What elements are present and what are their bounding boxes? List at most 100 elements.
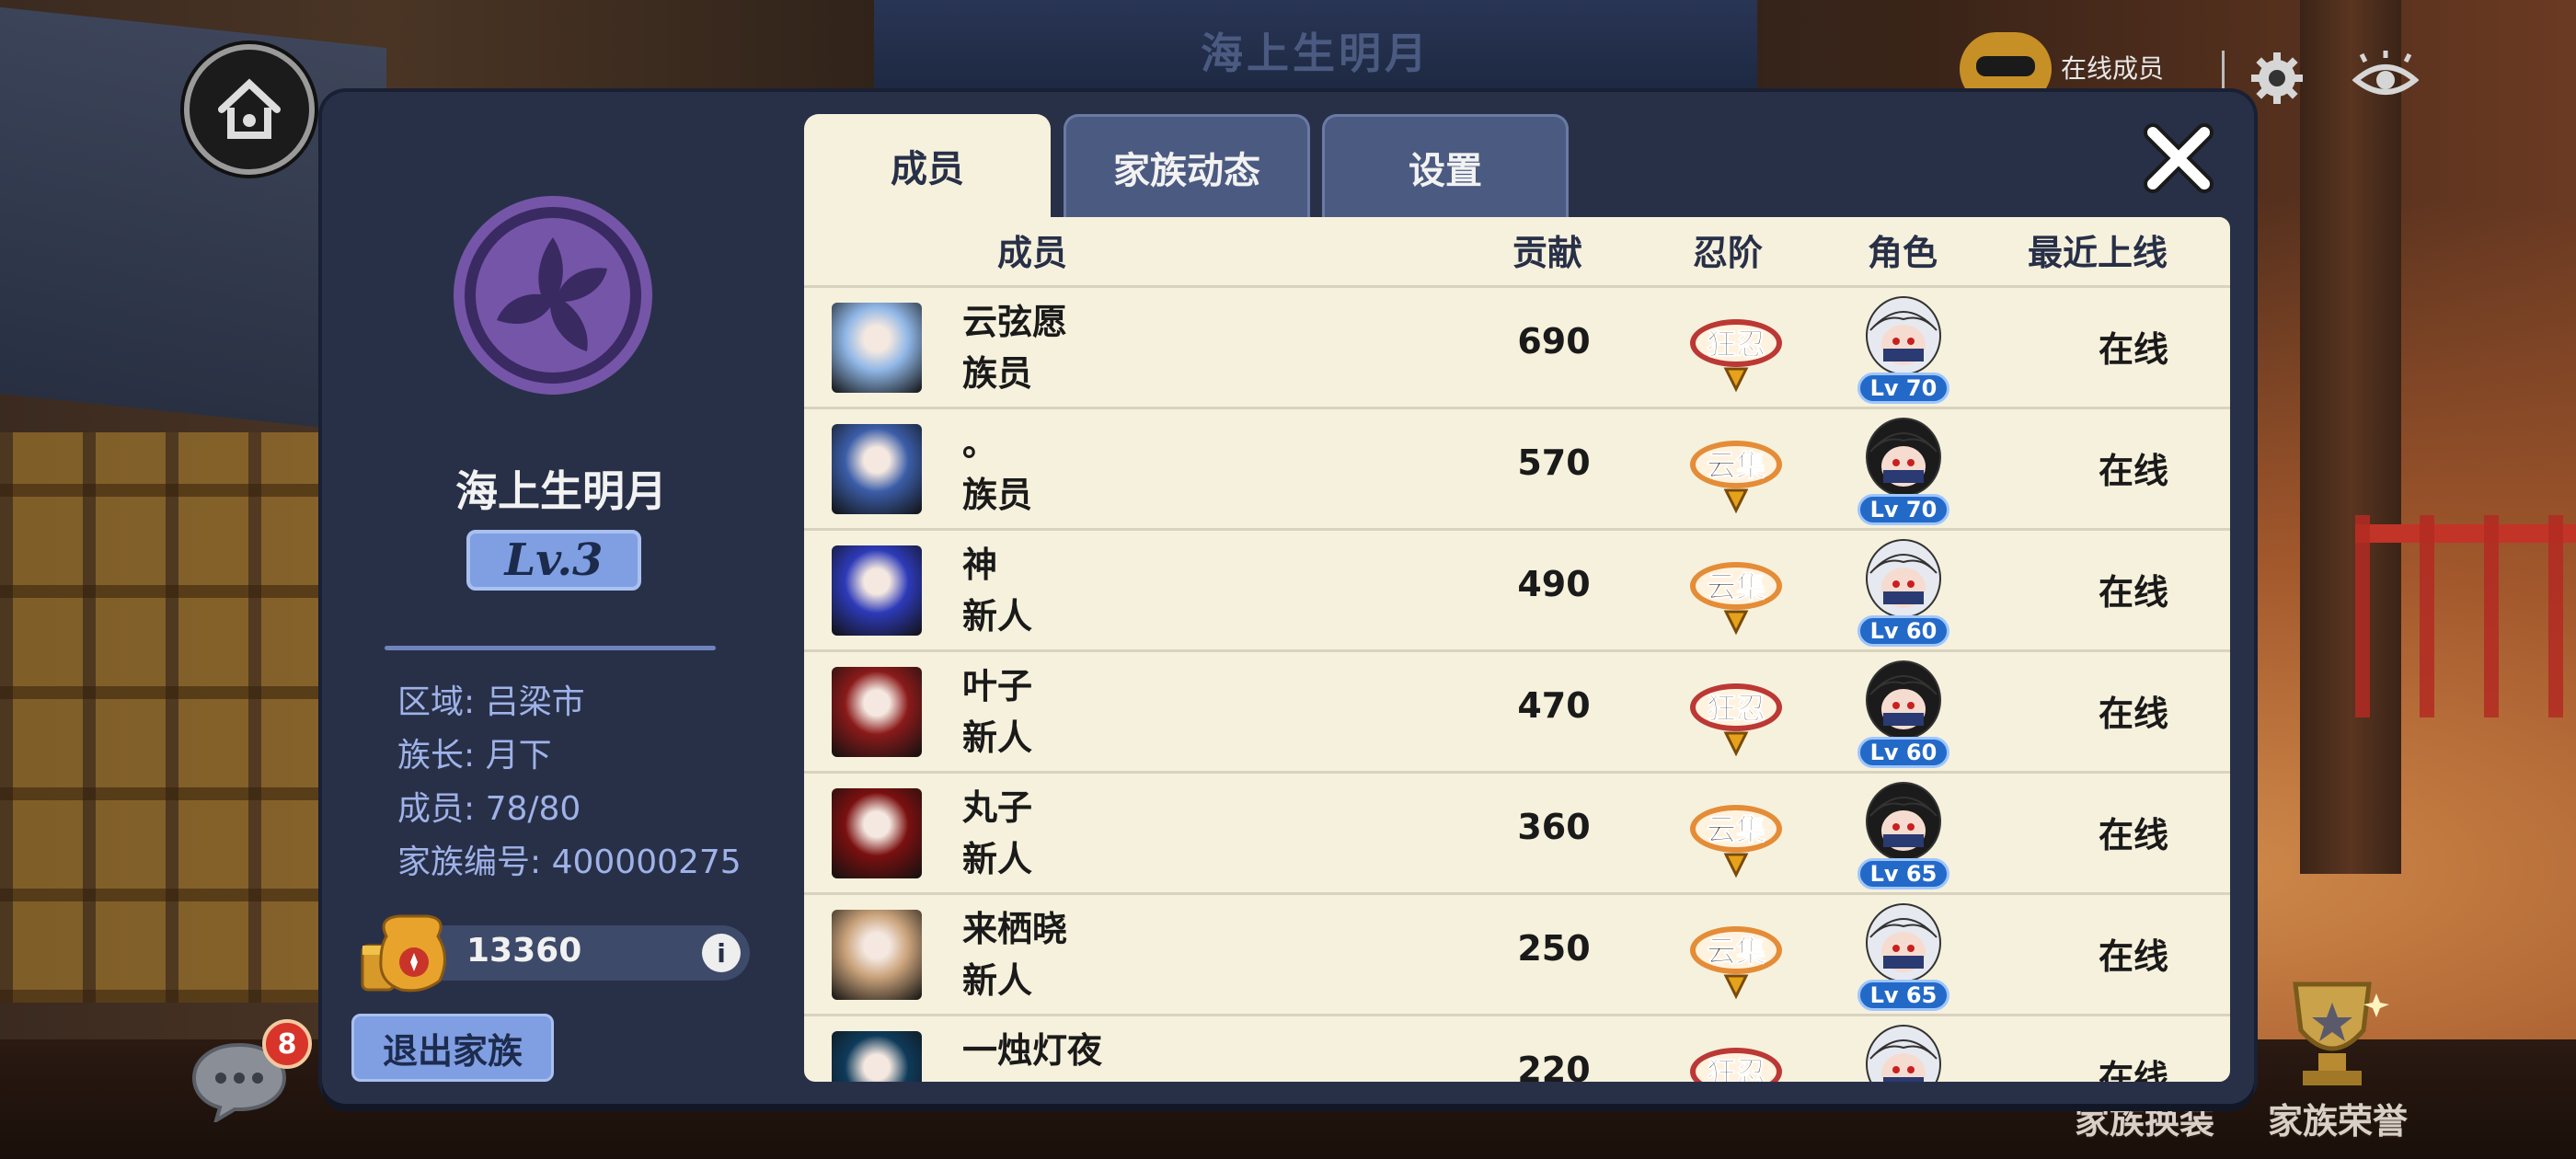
member-avatar[interactable] [832,545,922,636]
coin-bag-icon [361,914,446,993]
view-toggle-button[interactable] [2344,37,2427,120]
member-contribution: 470 [1517,685,1591,726]
member-row[interactable]: 来栖晓新人 250 云集 Lv 65 在线 [804,892,2230,1015]
svg-text:狂忍: 狂忍 [1707,1055,1765,1082]
member-role[interactable]: Lv 65 [1857,901,1959,1011]
gear-icon [2251,52,2303,104]
hud-separator [2222,51,2225,91]
header-contribution[interactable]: 贡献 [1512,224,1582,275]
member-last-online: 在线 [2098,451,2168,491]
member-row[interactable]: 丸子新人 360 云集 Lv 65 在线 [804,771,2230,893]
member-name: 丸子 [962,787,1033,828]
ninja-rank-badge-icon: 云集 [1690,441,1782,514]
member-role[interactable]: Lv 65 [1857,779,1959,889]
svg-text:云集: 云集 [1707,934,1765,969]
background-banner-title: 海上生明月 [1201,29,1431,78]
member-role[interactable]: Lv 70 [1857,293,1959,404]
family-honor-label[interactable]: 家族荣誉 [2268,1093,2408,1143]
member-row[interactable]: 云弦愿族员 690 狂忍 Lv 70 在线 [804,285,2230,407]
header-last-online[interactable]: 最近上线 [2028,224,2168,275]
member-last-online: 在线 [2098,1058,2168,1082]
member-row[interactable]: 叶子 新人 470 狂忍 Lv 60 在线 [804,649,2230,772]
member-row[interactable]: 神新人 490 云集 Lv 60 在线 [804,528,2230,650]
role-character-icon [1866,660,1941,740]
family-member-count: 成员: 78/80 [397,790,581,828]
role-level-badge: Lv 65 [1857,980,1949,1011]
eye-icon [2352,51,2419,95]
family-funds-value: 13360 [466,932,582,970]
header-ninja-rank[interactable]: 忍阶 [1693,224,1763,275]
family-id: 家族编号: 400000275 [397,843,742,881]
member-avatar[interactable] [832,303,922,393]
member-name: 神 [962,545,998,585]
ninja-rank-badge-icon: 云集 [1690,805,1782,878]
member-avatar[interactable] [832,667,922,757]
header-role: 角色 [1868,233,1938,273]
role-level-badge: Lv 60 [1857,737,1949,768]
tab-members[interactable]: 成员 [804,114,1051,217]
home-button[interactable] [184,44,315,175]
member-avatar[interactable] [832,788,922,878]
member-role[interactable] [1857,1022,1959,1082]
member-last-online: 在线 [2098,694,2168,734]
member-avatar[interactable] [832,424,922,514]
background-shoji-lattice [0,432,331,1003]
member-name: 来栖晓 [962,909,1068,949]
member-name: 云弦愿 [962,302,1068,342]
ninja-rank-badge-icon: 狂忍 [1690,319,1782,393]
svg-text:云集: 云集 [1707,812,1765,847]
role-level-badge: Lv 70 [1857,373,1949,404]
svg-text:狂忍: 狂忍 [1707,691,1765,726]
member-last-online: 在线 [2098,815,2168,855]
background-bridge [2355,515,2576,717]
member-contribution: 360 [1517,807,1591,847]
member-avatar[interactable] [832,1031,922,1082]
role-level-badge: Lv 70 [1857,494,1949,525]
member-family-rank: 新人 [962,1073,1032,1082]
member-family-rank: 族员 [962,353,1033,394]
background-pillar [2300,0,2401,874]
member-name: 一烛灯夜 [962,1030,1103,1071]
member-last-online: 在线 [2098,572,2168,613]
member-last-online: 在线 [2098,329,2168,370]
tab-family-activity[interactable]: 家族动态 [1064,114,1310,217]
funds-info-button[interactable]: i [702,934,741,972]
member-contribution: 570 [1517,442,1591,483]
info-icon: i [717,937,726,969]
family-region: 区域: 吕梁市 [397,683,585,721]
member-avatar[interactable] [832,910,922,1000]
member-contribution: 690 [1517,321,1591,361]
member-role[interactable]: Lv 70 [1857,415,1959,525]
member-row[interactable]: 。族员 570 云集 Lv 70 在线 [804,407,2230,529]
member-family-rank: 族员 [962,475,1033,515]
role-character-icon [1866,296,1941,375]
role-character-icon [1866,782,1941,861]
family-panel: 海上生明月 Lv.3 区域: 吕梁市 族长: 月下 成员: 78/80 家族编号… [322,92,2254,1104]
member-name: 叶子 [962,666,1033,706]
role-character-icon [1866,903,1941,982]
online-members-label: 在线成员 [2061,53,2165,84]
chat-unread-badge: 8 [262,1019,312,1069]
exit-family-button[interactable]: 退出家族 [351,1014,554,1082]
background-banner: 海上生明月 [874,0,1757,101]
member-family-rank: 新人 [962,960,1033,1001]
family-level-badge: Lv.3 [466,530,641,591]
family-name: 海上生明月 [455,466,667,516]
family-info-column: 海上生明月 Lv.3 区域: 吕梁市 族长: 月下 成员: 78/80 家族编号… [322,92,782,1104]
svg-text:云集: 云集 [1707,448,1765,483]
member-last-online: 在线 [2098,936,2168,977]
close-icon[interactable] [2142,121,2215,195]
member-role[interactable]: Lv 60 [1857,658,1959,768]
member-table[interactable]: 成员 贡献 忍阶 角色 最近上线 云弦愿 族员 690 狂忍 Lv 70 在线。族员 570… [804,217,2230,1082]
member-row[interactable]: 一烛灯夜新人 220 狂忍 在线 [804,1014,2230,1082]
member-contribution: 490 [1517,564,1591,604]
member-family-rank: 新人 [962,596,1033,637]
tab-settings[interactable]: 设置 [1322,114,1569,217]
family-leader: 族长: 月下 [397,737,552,775]
svg-text:云集: 云集 [1707,569,1765,604]
member-contribution: 250 [1517,928,1591,969]
member-role[interactable]: Lv 60 [1857,536,1959,647]
role-level-badge: Lv 65 [1857,858,1949,889]
family-honor-button[interactable] [2268,975,2397,1095]
member-family-rank: 新人 [962,839,1033,879]
